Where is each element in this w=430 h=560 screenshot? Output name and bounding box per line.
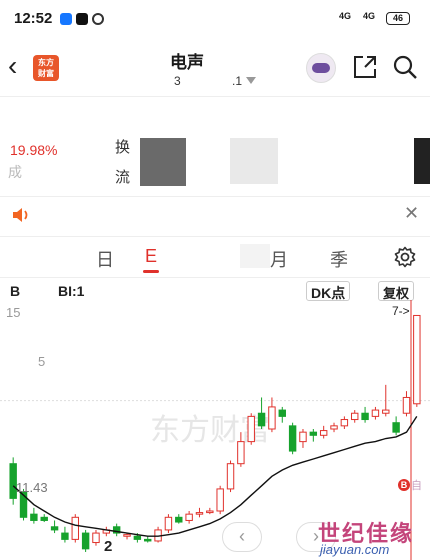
candle-body[interactable] bbox=[226, 463, 235, 490]
candle-body[interactable] bbox=[247, 415, 255, 443]
price-low-label: 11.43 bbox=[16, 480, 48, 495]
indicator-label: BI:1 bbox=[58, 283, 85, 299]
app-screen: 12:52 4G 4G 46 ‹ 东方 财富 电声 3 .1 19.98% 成 … bbox=[0, 0, 430, 560]
tab-underline bbox=[143, 270, 159, 273]
header-divider bbox=[0, 96, 430, 97]
stock-title: 电声 bbox=[170, 53, 204, 72]
battery-icon: 46 bbox=[386, 12, 410, 25]
logo-line-1: 东方 bbox=[38, 58, 54, 67]
candle-body[interactable] bbox=[185, 513, 193, 521]
candle-body[interactable] bbox=[392, 422, 400, 433]
candle-body[interactable] bbox=[92, 532, 100, 544]
tab-active[interactable]: E bbox=[145, 246, 157, 267]
candle-body[interactable] bbox=[268, 406, 276, 430]
masked-value bbox=[140, 138, 186, 186]
candle-body[interactable] bbox=[371, 409, 380, 417]
brand-url: jiayuan.com bbox=[320, 542, 390, 557]
change-percent: 19.98% bbox=[10, 142, 58, 158]
candle-body[interactable] bbox=[278, 409, 286, 417]
candle-body[interactable] bbox=[164, 516, 173, 531]
candle-body[interactable] bbox=[340, 419, 349, 427]
candle-body[interactable] bbox=[330, 425, 338, 430]
candle-body[interactable] bbox=[309, 431, 318, 436]
candle-body[interactable] bbox=[402, 396, 411, 414]
chart-left-label: B bbox=[10, 283, 21, 299]
chevron-down-icon[interactable] bbox=[246, 77, 256, 84]
candle-body[interactable] bbox=[50, 526, 59, 531]
search-icon[interactable] bbox=[392, 54, 418, 80]
alipay-icon bbox=[60, 13, 72, 25]
candle-body[interactable] bbox=[288, 425, 297, 452]
status-time: 12:52 bbox=[14, 10, 53, 27]
candle-body[interactable] bbox=[175, 516, 183, 523]
stock-price-hint: .1 bbox=[232, 74, 243, 88]
candle-body[interactable] bbox=[319, 430, 328, 436]
bottom-left-label: 2 bbox=[104, 538, 113, 555]
candle-body[interactable] bbox=[40, 516, 48, 521]
candle-body[interactable] bbox=[299, 431, 307, 443]
tab-month[interactable]: 月 bbox=[270, 246, 288, 272]
candle-body[interactable] bbox=[30, 513, 38, 521]
share-icon[interactable] bbox=[352, 54, 378, 80]
quote-divider bbox=[0, 196, 430, 197]
marker-text: 自 bbox=[411, 480, 422, 492]
candle-body[interactable] bbox=[351, 412, 359, 421]
scroll-left-button[interactable]: ‹ bbox=[222, 522, 262, 552]
arrow-label: 7-> bbox=[392, 304, 410, 318]
robot-face-icon bbox=[312, 63, 330, 73]
candle-body[interactable] bbox=[71, 516, 79, 540]
candle-body[interactable] bbox=[123, 534, 131, 537]
candle-body[interactable] bbox=[206, 510, 214, 514]
float-label: 流 bbox=[115, 169, 131, 186]
candle-body[interactable] bbox=[133, 535, 142, 540]
turnover-label: 换 bbox=[115, 139, 131, 156]
masked-value-2 bbox=[230, 138, 278, 184]
candle-body[interactable] bbox=[61, 532, 69, 540]
stock-code: 3 bbox=[174, 74, 181, 88]
speaker-icon bbox=[13, 208, 28, 222]
candle-body[interactable] bbox=[361, 412, 369, 421]
price-top-label: 15 bbox=[6, 305, 21, 320]
tabs-divider bbox=[0, 277, 430, 278]
alert-divider bbox=[0, 236, 430, 237]
candle-body[interactable] bbox=[216, 488, 224, 512]
masked-value-3 bbox=[414, 138, 430, 184]
back-icon[interactable]: ‹ bbox=[8, 52, 17, 80]
alarm-icon bbox=[92, 13, 104, 25]
tab-season[interactable]: 季 bbox=[330, 246, 348, 272]
candle-body[interactable] bbox=[81, 532, 90, 550]
dk-button[interactable]: DK点 bbox=[306, 281, 351, 301]
signal-icon: 4G bbox=[339, 11, 352, 21]
buy-marker: B bbox=[398, 479, 410, 491]
quote-label-left: 成 bbox=[8, 164, 22, 180]
tiktok-icon bbox=[76, 13, 88, 25]
candle-body[interactable] bbox=[237, 441, 245, 465]
candle-body[interactable] bbox=[195, 512, 204, 515]
candle-body[interactable] bbox=[382, 409, 390, 414]
logo-line-2: 财富 bbox=[38, 69, 54, 78]
signal-icon-2: 4G bbox=[363, 11, 376, 21]
candle-body[interactable] bbox=[257, 412, 266, 427]
tab-day[interactable]: 日 bbox=[96, 246, 114, 272]
candle-body[interactable] bbox=[413, 314, 421, 405]
app-logo: 东方 财富 bbox=[33, 55, 59, 81]
close-icon[interactable]: ✕ bbox=[404, 203, 419, 224]
price-mid-label: 5 bbox=[38, 354, 46, 369]
tab-masked bbox=[240, 244, 270, 268]
adjust-button[interactable]: 复权 bbox=[378, 281, 415, 301]
candle-body[interactable] bbox=[144, 538, 152, 542]
gear-icon[interactable] bbox=[394, 246, 416, 268]
